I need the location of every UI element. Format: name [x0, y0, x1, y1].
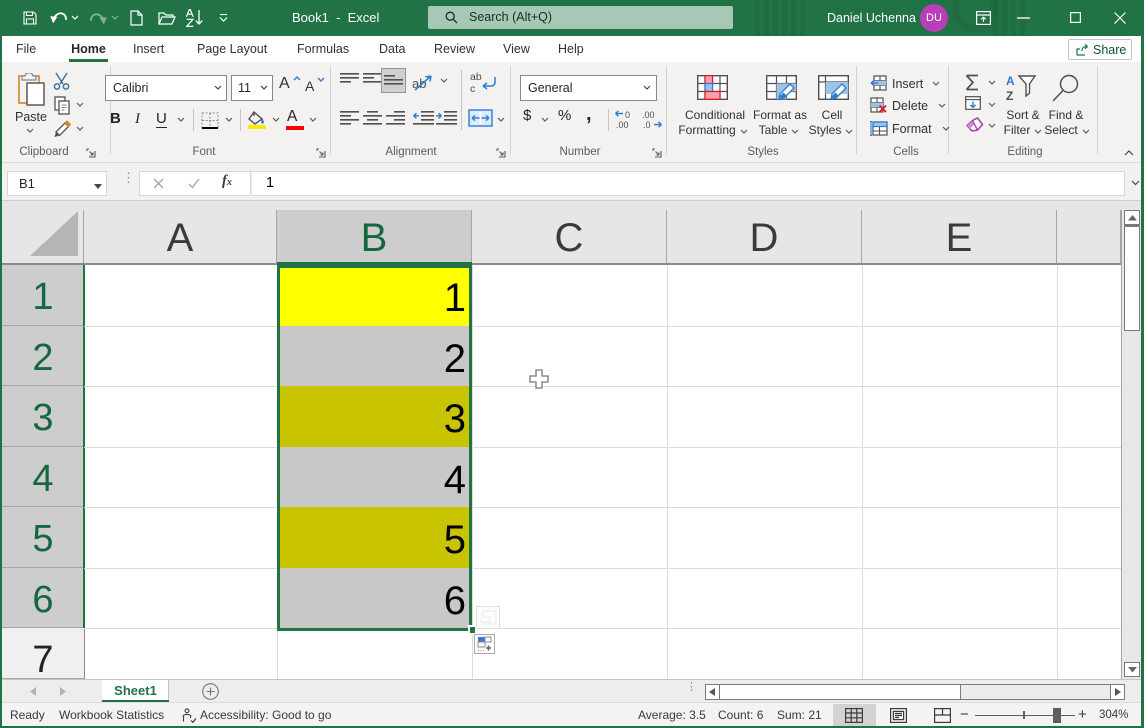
svg-text:.00: .00 [616, 120, 629, 129]
svg-text:A: A [1006, 74, 1015, 88]
svg-text:.00: .00 [642, 110, 655, 120]
svg-text:Z: Z [1006, 89, 1013, 102]
svg-text:c: c [470, 83, 475, 93]
svg-text:.0: .0 [643, 120, 651, 129]
svg-text:ab: ab [412, 76, 426, 91]
svg-text:0: 0 [625, 110, 630, 120]
svg-text:ab: ab [470, 71, 482, 83]
